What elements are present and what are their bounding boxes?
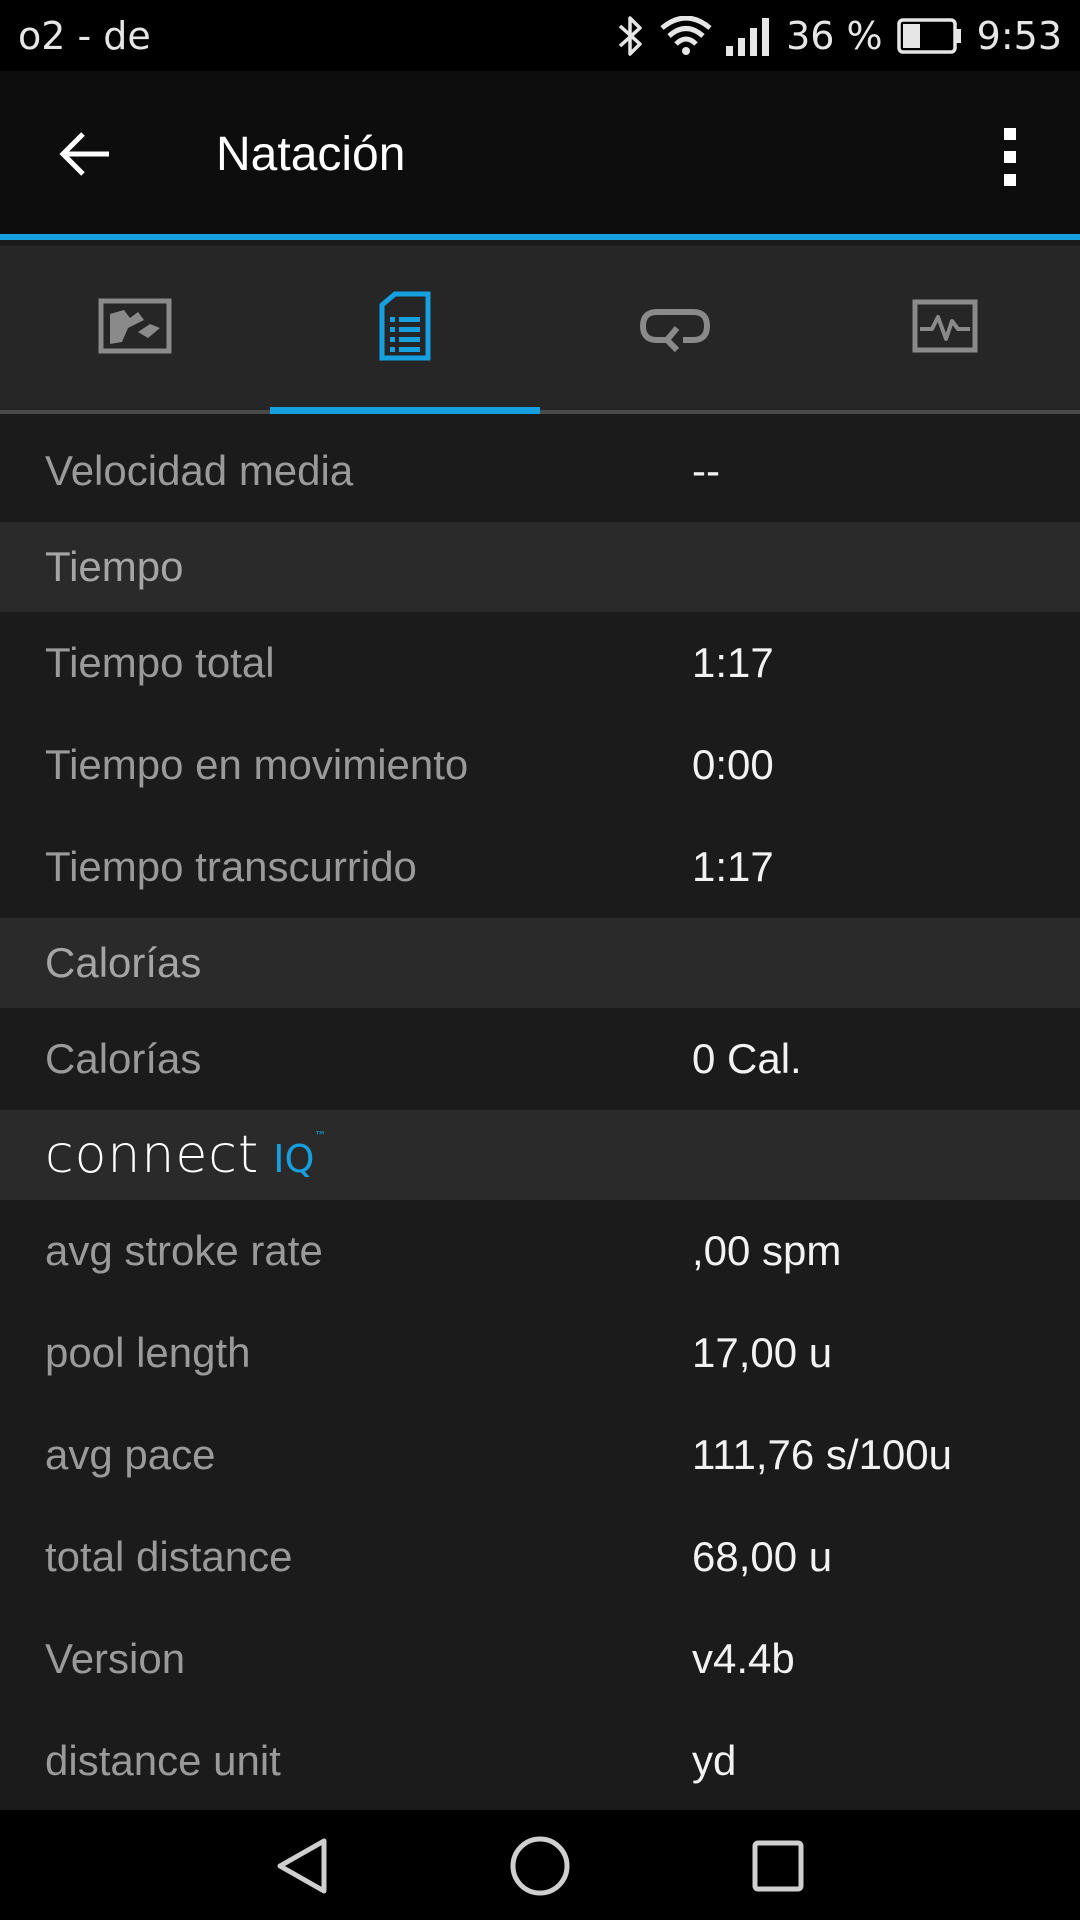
connect-iq-logo: connect IQ ™	[45, 1125, 326, 1185]
system-nav-bar	[0, 1810, 1080, 1920]
status-icons: 36 % 9:53	[616, 10, 1062, 62]
list-item: total distance 68,00 u	[0, 1506, 1080, 1608]
list-item: avg stroke rate ,00 spm	[0, 1200, 1080, 1302]
bluetooth-icon	[616, 14, 646, 58]
chart-icon	[912, 299, 978, 358]
tab-laps[interactable]	[540, 246, 810, 410]
nav-home-button[interactable]	[500, 1828, 580, 1908]
list-item: Calorías 0 Cal.	[0, 1008, 1080, 1110]
row-value: 111,76 s/100u	[692, 1431, 952, 1478]
list-item: Tiempo transcurrido 1:17	[0, 816, 1080, 918]
laps-loop-icon	[639, 300, 711, 357]
back-triangle-icon	[274, 1836, 330, 1901]
row-label: Tiempo en movimiento	[45, 741, 469, 788]
battery-icon	[896, 18, 963, 54]
page-title: Natación	[216, 128, 406, 181]
list-item: Velocidad media --	[0, 420, 1080, 522]
tab-charts[interactable]	[810, 246, 1080, 410]
carrier-name: o2 - de	[18, 14, 151, 58]
arrow-left-icon	[59, 131, 111, 182]
list-item: Tiempo en movimiento 0:00	[0, 714, 1080, 816]
list-item: distance unit yd	[0, 1710, 1080, 1810]
row-value: 0:00	[692, 741, 774, 788]
wifi-icon	[660, 16, 712, 56]
row-value: ,00 spm	[692, 1227, 842, 1274]
row-value: --	[692, 447, 720, 494]
row-value: 1:17	[692, 639, 774, 686]
nav-recents-button[interactable]	[738, 1828, 818, 1908]
list-item: Version v4.4b	[0, 1608, 1080, 1710]
more-vert-icon	[1002, 126, 1018, 193]
home-circle-icon	[509, 1835, 571, 1902]
row-value: 68,00 u	[692, 1533, 833, 1580]
row-value: yd	[692, 1737, 737, 1784]
row-label: Tiempo total	[45, 639, 275, 686]
row-label: total distance	[45, 1533, 293, 1580]
nav-back-button[interactable]	[262, 1828, 342, 1908]
section-title: Calorías	[45, 939, 202, 986]
logo-suffix-text: IQ	[273, 1137, 315, 1181]
section-header-calories: Calorías	[0, 918, 1080, 1008]
logo-trademark: ™	[314, 1129, 327, 1143]
row-value: 17,00 u	[692, 1329, 833, 1376]
logo-main-text: connect	[45, 1125, 260, 1185]
map-icon	[98, 298, 172, 359]
list-item: pool length 17,00 u	[0, 1302, 1080, 1404]
row-value: v4.4b	[692, 1635, 795, 1682]
row-label: Calorías	[45, 1035, 202, 1082]
tab-details[interactable]	[270, 246, 540, 414]
document-list-icon	[379, 291, 431, 366]
row-label: Version	[45, 1635, 186, 1682]
list-item: avg pace 111,76 s/100u	[0, 1404, 1080, 1506]
back-button[interactable]	[50, 121, 120, 191]
list-item: Tiempo total 1:17	[0, 612, 1080, 714]
section-header-connect-iq: connect IQ ™	[0, 1110, 1080, 1200]
row-label: avg pace	[45, 1431, 216, 1478]
status-bar: o2 - de 36 % 9:53	[0, 0, 1080, 71]
row-label: distance unit	[45, 1737, 281, 1784]
activity-details-list[interactable]: Velocidad media -- Tiempo Tiempo total 1…	[0, 420, 1080, 1810]
more-options-button[interactable]	[980, 119, 1040, 199]
row-label: Velocidad media	[45, 447, 354, 494]
clock: 9:53	[976, 14, 1062, 58]
section-title: Tiempo	[45, 543, 184, 590]
tab-bar	[0, 246, 1080, 414]
row-label: avg stroke rate	[45, 1227, 323, 1274]
signal-icon	[726, 16, 772, 56]
row-value: 0 Cal.	[692, 1035, 802, 1082]
battery-percent: 36 %	[786, 14, 883, 58]
section-header-time: Tiempo	[0, 522, 1080, 612]
recents-square-icon	[751, 1839, 805, 1898]
tab-map[interactable]	[0, 246, 270, 410]
app-bar: Natación	[0, 71, 1080, 240]
row-value: 1:17	[692, 843, 774, 890]
row-label: pool length	[45, 1329, 251, 1376]
row-label: Tiempo transcurrido	[45, 843, 417, 890]
